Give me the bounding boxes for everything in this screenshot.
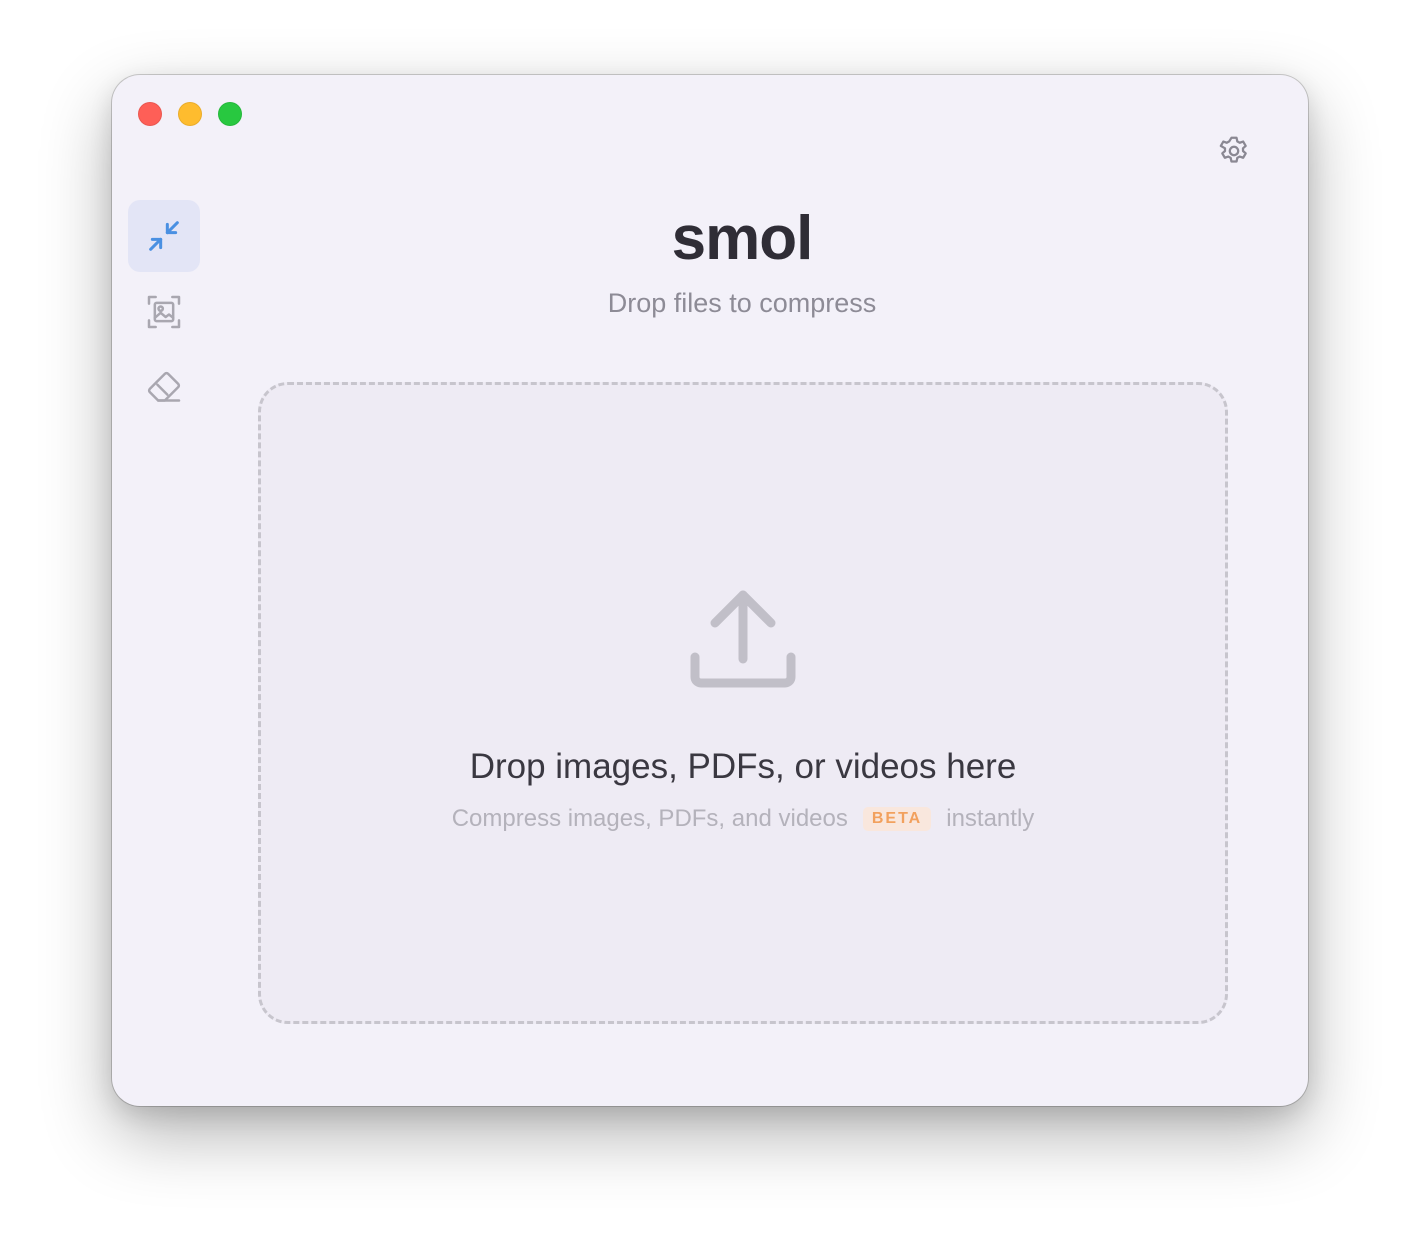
beta-badge: BETA xyxy=(862,807,932,831)
eraser-icon xyxy=(147,371,181,402)
drop-zone-subtitle-text: Compress images, PDFs, and videos xyxy=(451,805,848,832)
app-subtitle: Drop files to compress xyxy=(607,288,877,318)
upload-tray-icon xyxy=(690,590,796,688)
close-window-button[interactable] xyxy=(138,102,162,126)
sidebar-item-eraser[interactable] xyxy=(128,352,200,424)
app-title: smol xyxy=(671,204,814,273)
app-window: smol Drop files to compress Drop images,… xyxy=(112,75,1308,1106)
minimize-window-button[interactable] xyxy=(178,102,202,126)
zoom-window-button[interactable] xyxy=(218,102,242,126)
drop-zone-subtitle-suffix: instantly xyxy=(946,805,1035,832)
drop-zone-title: Drop images, PDFs, or videos here xyxy=(469,747,1017,786)
settings-button[interactable] xyxy=(1214,131,1254,171)
gear-icon xyxy=(1219,136,1247,163)
file-drop-zone[interactable]: Drop images, PDFs, or videos here Compre… xyxy=(258,382,1228,1024)
drop-zone-subtitle: Compress images, PDFs, and videos BETA i… xyxy=(261,805,1225,833)
